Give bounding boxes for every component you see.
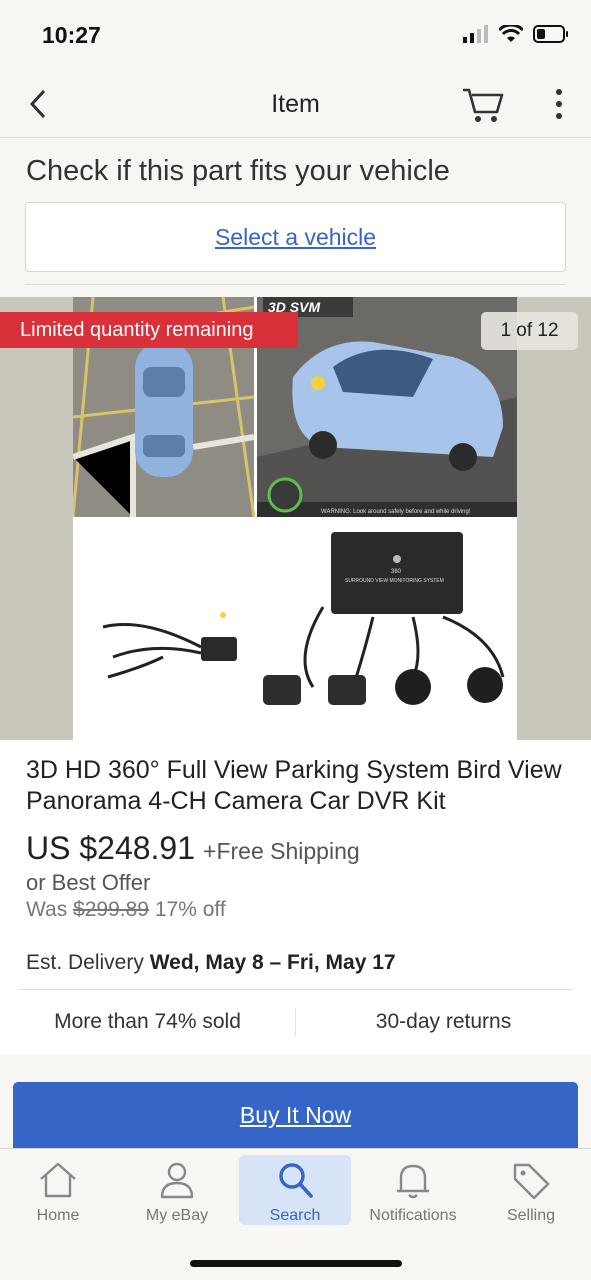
limited-quantity-banner: Limited quantity remaining [0, 312, 298, 348]
dot-icon [556, 89, 562, 95]
tab-label: Search [269, 1207, 321, 1224]
more-options-button[interactable] [544, 84, 574, 124]
divider [25, 284, 566, 285]
nav-bar: Item [0, 70, 591, 138]
tab-label: Selling [506, 1207, 556, 1224]
wifi-icon [499, 25, 523, 42]
image-warning-text: WARNING: Look around safely before and w… [321, 509, 471, 515]
search-icon [279, 1163, 313, 1198]
product-image[interactable]: 3D SVM WARNING: Look around safely befor… [73, 297, 517, 740]
was-price: $299.89 [73, 898, 149, 921]
tag-icon [513, 1163, 550, 1199]
bell-icon [397, 1164, 429, 1199]
item-title: 3D HD 360° Full View Parking System Bird… [26, 756, 562, 815]
delivery-estimate: Est. Delivery Wed, May 8 – Fri, May 17 [26, 951, 396, 975]
best-offer-text: or Best Offer [26, 870, 151, 895]
shipping-info: +Free Shipping [203, 838, 360, 864]
dot-icon [556, 113, 562, 119]
price-row: US $248.91 +Free Shipping [26, 830, 360, 867]
battery-icon [533, 25, 568, 43]
tab-label: My eBay [145, 1207, 209, 1224]
cart-icon [463, 88, 504, 122]
home-indicator [190, 1260, 402, 1267]
image-device-text: 360 [391, 569, 402, 575]
item-stats: More than 74% sold 30-day returns [0, 1000, 591, 1044]
was-price-row: Was $299.89 17% off [26, 898, 226, 922]
buy-it-now-button[interactable]: Buy It Now [13, 1082, 578, 1148]
tab-search[interactable]: Search [239, 1155, 351, 1225]
was-label: Was [26, 898, 68, 921]
delivery-label: Est. Delivery [26, 951, 144, 974]
status-icons [463, 25, 569, 43]
select-vehicle-link[interactable]: Select a vehicle [215, 224, 376, 251]
product-photo: 3D SVM WARNING: Look around safely befor… [73, 297, 517, 740]
sold-stat: More than 74% sold [54, 1010, 241, 1033]
image-counter: 1 of 12 [481, 312, 578, 350]
returns-stat: 30-day returns [375, 1010, 512, 1033]
discount-text: 17% off [154, 898, 226, 921]
dot-icon [556, 101, 562, 107]
tab-selling[interactable]: Selling [475, 1155, 587, 1225]
status-time: 10:27 [42, 22, 101, 48]
tab-notifications[interactable]: Notifications [357, 1155, 469, 1225]
image-gallery[interactable]: 3D SVM WARNING: Look around safely befor… [0, 297, 591, 740]
image-device-sub-text: SURROUND VIEW MONITORING SYSTEM [345, 578, 444, 584]
item-price: US $248.91 [26, 830, 196, 866]
tab-home[interactable]: Home [2, 1155, 114, 1225]
signal-icon [463, 25, 488, 43]
tab-label: Home [36, 1207, 80, 1224]
tab-label: Notifications [369, 1207, 457, 1224]
select-vehicle-box[interactable]: Select a vehicle [25, 202, 566, 272]
fitment-heading: Check if this part fits your vehicle [26, 155, 450, 187]
delivery-dates: Wed, May 8 – Fri, May 17 [149, 951, 396, 974]
cart-button[interactable] [460, 84, 506, 124]
home-icon [40, 1162, 76, 1198]
tab-my-ebay[interactable]: My eBay [121, 1155, 233, 1225]
divider [18, 989, 573, 990]
status-bar: 10:27 [0, 0, 591, 70]
fitment-section: Check if this part fits your vehicle Sel… [0, 139, 591, 297]
person-icon [160, 1162, 194, 1199]
